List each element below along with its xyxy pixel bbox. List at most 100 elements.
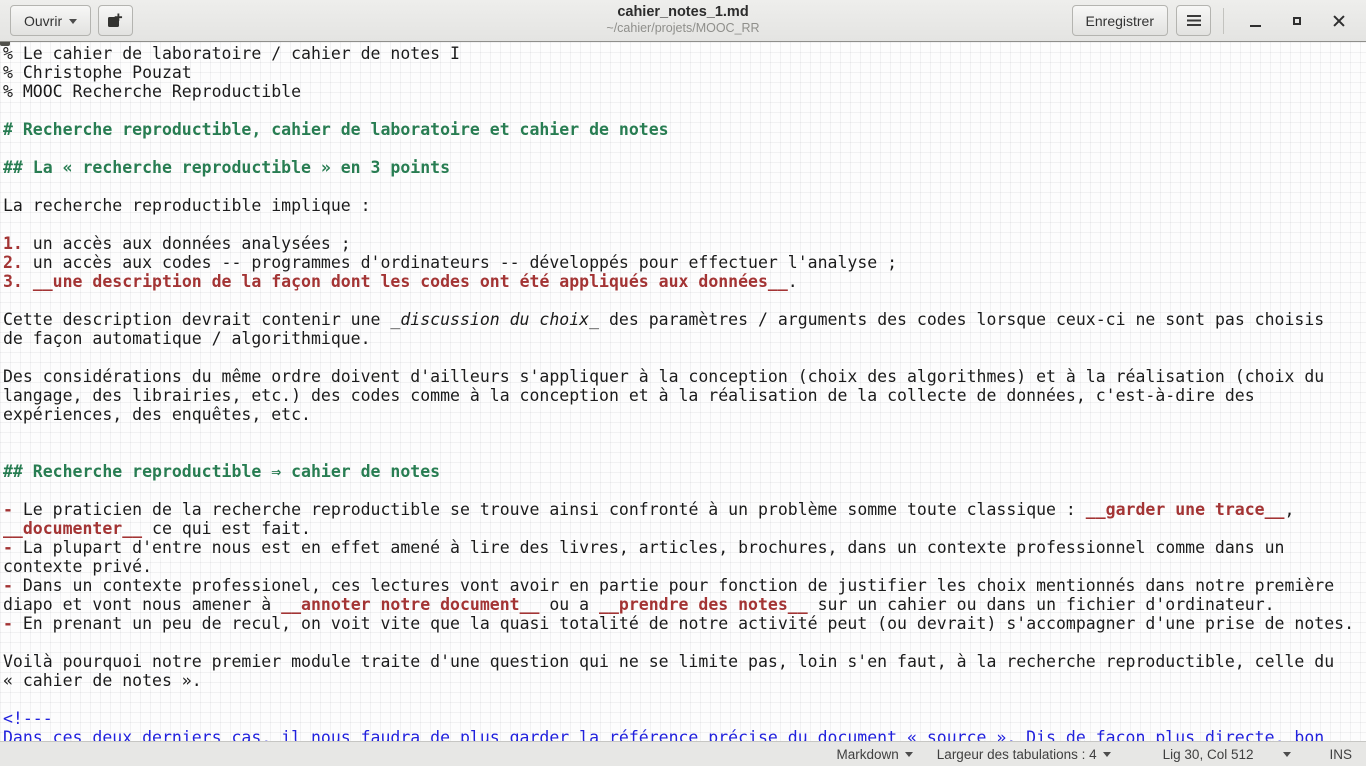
code-line[interactable]: 1. un accès aux données analysées ; [3,234,1366,253]
code-segment[interactable]: 2. [3,253,23,272]
code-segment[interactable]: __documenter__ [3,519,142,538]
code-segment[interactable] [23,272,33,291]
code-segment[interactable]: Cette description devrait contenir une [3,310,390,329]
code-line[interactable] [3,481,1366,500]
code-line[interactable]: La recherche reproductible implique : [3,196,1366,215]
code-line[interactable]: % Le cahier de laboratoire / cahier de n… [3,44,1366,63]
code-line[interactable]: diapo et vont nous amener à __annoter no… [3,595,1366,614]
header-separator [1223,8,1224,34]
code-line[interactable]: Des considérations du même ordre doivent… [3,367,1366,386]
code-line[interactable]: Dans ces deux derniers cas, il nous faud… [3,728,1366,741]
goto-line-dropdown[interactable] [1283,748,1291,761]
code-line[interactable]: <!--- [3,709,1366,728]
code-line[interactable]: Cette description devrait contenir une _… [3,310,1366,329]
code-segment[interactable]: La recherche reproductible implique : [3,196,371,215]
code-line[interactable]: - Dans un contexte professionel, ces lec… [3,576,1366,595]
code-segment[interactable]: langage, des librairies, etc.) des codes… [3,386,1255,405]
code-segment[interactable]: En prenant un peu de recul, on voit vite… [13,614,1354,633]
code-line[interactable]: ## La « recherche reproductible » en 3 p… [3,158,1366,177]
code-segment[interactable]: Dans un contexte professionel, ces lectu… [13,576,1334,595]
code-line[interactable] [3,690,1366,709]
code-line[interactable] [3,139,1366,158]
text-editor-area[interactable]: % Le cahier de laboratoire / cahier de n… [0,42,1366,741]
code-segment[interactable]: ce qui est fait. [142,519,311,538]
code-segment[interactable]: __annoter notre document__ [281,595,539,614]
code-line[interactable]: ## Recherche reproductible ⇒ cahier de n… [3,462,1366,481]
maximize-icon [1293,17,1301,25]
code-line[interactable]: de façon automatique / algorithmique. [3,329,1366,348]
code-segment[interactable]: un accès aux données analysées ; [23,234,351,253]
code-segment[interactable]: de façon automatique / algorithmique. [3,329,371,348]
code-segment[interactable]: « cahier de notes ». [3,671,202,690]
code-line[interactable]: # Recherche reproductible, cahier de lab… [3,120,1366,139]
language-selector[interactable]: Markdown [837,747,913,762]
code-segment[interactable]: - [3,500,13,519]
code-segment[interactable]: un accès aux codes -- programmes d'ordin… [23,253,897,272]
code-line[interactable]: langage, des librairies, etc.) des codes… [3,386,1366,405]
code-line[interactable]: « cahier de notes ». [3,671,1366,690]
code-segment[interactable]: ## La « recherche reproductible » en 3 p… [3,158,450,177]
code-line[interactable]: % MOOC Recherche Reproductible [3,82,1366,101]
code-segment[interactable]: 1. [3,234,23,253]
code-line[interactable] [3,177,1366,196]
code-line[interactable]: 3. __une description de la façon dont le… [3,272,1366,291]
new-tab-icon [107,13,124,29]
code-segment[interactable]: % Christophe Pouzat [3,63,192,82]
code-line[interactable] [3,424,1366,443]
code-segment[interactable]: __garder une trace__ [1086,500,1285,519]
cursor-position[interactable]: Lig 30, Col 512 [1163,747,1254,762]
menu-button[interactable] [1176,5,1211,36]
code-line[interactable]: - La plupart d'entre nous est en effet a… [3,538,1366,557]
code-segment[interactable]: % MOOC Recherche Reproductible [3,82,301,101]
code-line[interactable]: expériences, des enquêtes, etc. [3,405,1366,424]
code-segment[interactable]: - [3,538,13,557]
code-segment[interactable]: contexte privé. [3,557,152,576]
code-line[interactable] [3,215,1366,234]
tab-width-label: Largeur des tabulations : 4 [937,747,1097,762]
code-line[interactable]: - Le praticien de la recherche reproduct… [3,500,1366,519]
code-segment[interactable]: La plupart d'entre nous est en effet ame… [13,538,1285,557]
code-segment[interactable]: ou a [539,595,599,614]
code-line[interactable]: - En prenant un peu de recul, on voit vi… [3,614,1366,633]
code-line[interactable] [3,443,1366,462]
code-segment[interactable]: des paramètres / arguments des codes lor… [599,310,1324,329]
code-segment[interactable]: ## Recherche reproductible ⇒ cahier de n… [3,462,440,481]
new-document-button[interactable] [98,5,133,36]
maximize-button[interactable] [1280,5,1314,36]
code-segment[interactable]: . [788,272,798,291]
code-line[interactable] [3,633,1366,652]
code-segment[interactable]: sur un cahier ou dans un fichier d'ordin… [808,595,1275,614]
code-segment[interactable]: expériences, des enquêtes, etc. [3,405,311,424]
code-segment[interactable]: __une description de la façon dont les c… [33,272,788,291]
code-line[interactable] [3,348,1366,367]
minimize-button[interactable] [1238,5,1272,36]
code-line[interactable]: % Christophe Pouzat [3,63,1366,82]
code-line[interactable] [3,291,1366,310]
code-segment[interactable]: , [1284,500,1294,519]
code-segment[interactable]: __prendre des notes__ [599,595,808,614]
scrollbar-thumb-fragment[interactable] [0,42,10,46]
code-segment[interactable]: Dans ces deux derniers cas, il nous faud… [3,728,1324,741]
code-segment[interactable]: <!--- [3,709,53,728]
code-segment[interactable]: - [3,576,13,595]
save-button[interactable]: Enregistrer [1072,5,1168,36]
code-line[interactable]: 2. un accès aux codes -- programmes d'or… [3,253,1366,272]
code-segment[interactable]: Voilà pourquoi notre premier module trai… [3,652,1334,671]
code-segment[interactable]: % Le cahier de laboratoire / cahier de n… [3,44,460,63]
open-button[interactable]: Ouvrir [10,5,91,36]
caret-down-icon [1103,752,1111,761]
close-icon [1333,15,1345,27]
code-segment[interactable]: diapo et vont nous amener à [3,595,281,614]
code-segment[interactable]: Des considérations du même ordre doivent… [3,367,1324,386]
code-segment[interactable]: - [3,614,13,633]
tab-width-selector[interactable]: Largeur des tabulations : 4 [937,747,1111,762]
code-line[interactable]: contexte privé. [3,557,1366,576]
code-segment[interactable]: _discussion du choix_ [390,310,599,329]
code-line[interactable]: __documenter__ ce qui est fait. [3,519,1366,538]
close-button[interactable] [1322,5,1356,36]
code-line[interactable]: Voilà pourquoi notre premier module trai… [3,652,1366,671]
code-segment[interactable]: # Recherche reproductible, cahier de lab… [3,120,669,139]
code-line[interactable] [3,101,1366,120]
code-segment[interactable]: Le praticien de la recherche reproductib… [13,500,1086,519]
code-segment[interactable]: 3. [3,272,23,291]
